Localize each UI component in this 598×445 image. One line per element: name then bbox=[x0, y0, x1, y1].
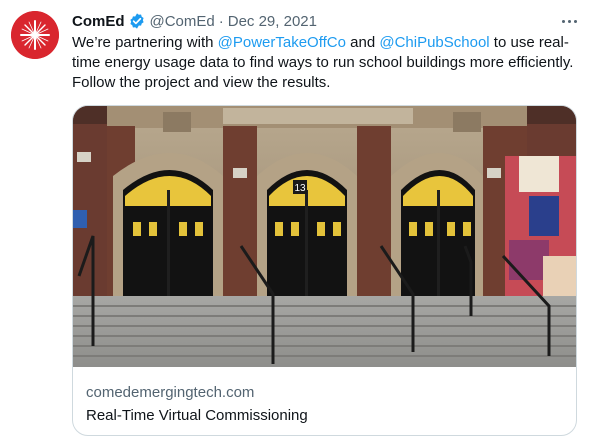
comed-logo-icon bbox=[11, 11, 59, 59]
avatar[interactable] bbox=[11, 11, 59, 59]
mention-powertakeoffco[interactable]: @PowerTakeOffCo bbox=[218, 34, 346, 51]
link-card[interactable]: 13 comedemergingtech.com Real-Time Virtu… bbox=[72, 105, 577, 436]
more-horizontal-icon[interactable] bbox=[558, 11, 580, 31]
tweet-text: We’re partnering with @PowerTakeOffCo an… bbox=[72, 33, 584, 93]
card-title: Real-Time Virtual Commissioning bbox=[86, 407, 308, 424]
tweet-date[interactable]: Dec 29, 2021 bbox=[228, 13, 317, 30]
tweet[interactable]: ComEd @ComEd · Dec 29, 2021 We’re partne… bbox=[0, 0, 598, 445]
card-domain: comedemergingtech.com bbox=[86, 384, 255, 401]
mention-chipubschool[interactable]: @ChiPubSchool bbox=[379, 34, 489, 51]
author-handle[interactable]: @ComEd bbox=[150, 13, 215, 30]
tweet-header: ComEd @ComEd · Dec 29, 2021 bbox=[72, 10, 317, 32]
verified-badge-icon bbox=[129, 13, 144, 29]
door-number: 13 bbox=[294, 183, 306, 194]
separator-dot: · bbox=[218, 12, 224, 30]
text-part: and bbox=[345, 34, 380, 51]
card-image[interactable]: 13 bbox=[73, 106, 576, 367]
text-part: We’re partnering with bbox=[72, 34, 218, 51]
author-name[interactable]: ComEd bbox=[72, 13, 125, 30]
